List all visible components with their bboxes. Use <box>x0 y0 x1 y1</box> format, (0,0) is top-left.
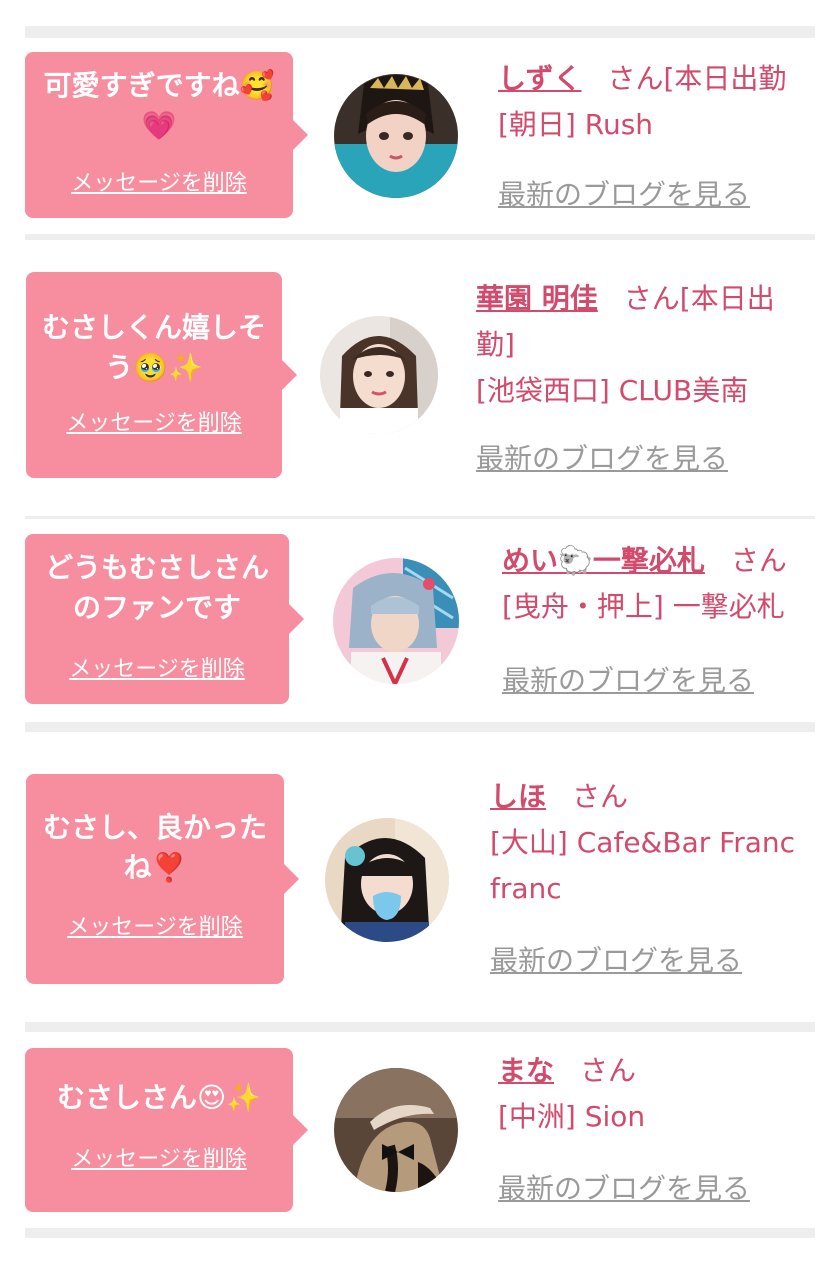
avatar[interactable] <box>333 558 459 684</box>
message-text-line: 可愛すぎですね🥰 <box>43 69 275 102</box>
avatar[interactable] <box>334 1068 458 1192</box>
latest-blog-link[interactable]: 最新のブログを見る <box>502 664 754 698</box>
message-bubble: むさし、良かった ね❣️ メッセージを削除 <box>26 774 299 984</box>
avatar[interactable] <box>334 74 458 198</box>
divider <box>25 1228 815 1238</box>
delete-message-link[interactable]: メッセージを削除 <box>25 170 293 198</box>
message-card: むさしさん😍✨ メッセージを削除 まな さん [中洲] Sion 最新のブログを見… <box>0 1048 840 1218</box>
honorific: さん <box>580 1054 637 1087</box>
delete-message-link[interactable]: メッセージを削除 <box>25 656 289 684</box>
message-bubble: 可愛すぎですね🥰 💗 メッセージを削除 <box>25 52 308 218</box>
profile-info: しずく さん[本日出勤 [朝日] Rush <box>498 56 840 148</box>
status-text: [本日出勤 <box>663 62 787 95</box>
latest-blog-link[interactable]: 最新のブログを見る <box>476 442 728 476</box>
message-card: 可愛すぎですね🥰 💗 メッセージを削除 しずく さん[本日出勤 [朝日] Rush… <box>0 52 840 222</box>
message-bubble: むさしくん嬉しそ う🥹✨ メッセージを削除 <box>26 272 297 478</box>
name-line: しほ さん <box>490 774 840 820</box>
profile-info: まな さん [中洲] Sion <box>498 1048 840 1140</box>
honorific: さん <box>607 62 664 95</box>
shop-text: [池袋西口] CLUB美南 <box>476 374 749 407</box>
message-card: どうもむさしさん のファンです メッセージを削除 めい🐑一撃必札 さん [曳舟・押… <box>0 534 840 710</box>
message-text-line: どうもむさしさん <box>44 551 269 584</box>
profile-name-link[interactable]: まな <box>498 1054 554 1087</box>
status-text-cont: 勤] <box>476 328 515 361</box>
message-text-line: むさし、良かった <box>42 811 267 844</box>
shop-text: [大山] Cafe&Bar Franc <box>490 826 796 859</box>
delete-message-link[interactable]: メッセージを削除 <box>26 914 284 942</box>
profile-info: めい🐑一撃必札 さん [曳舟・押上] 一撃必札 <box>502 538 840 630</box>
message-text-line: う🥹✨ <box>105 351 203 384</box>
avatar[interactable] <box>320 316 438 434</box>
profile-name-link[interactable]: めい🐑一撃必札 <box>502 544 705 577</box>
latest-blog-link[interactable]: 最新のブログを見る <box>498 1172 750 1206</box>
name-line: めい🐑一撃必札 さん <box>502 538 840 584</box>
message-card: むさし、良かった ね❣️ メッセージを削除 しほ さん [大山] Cafe&Bar… <box>0 774 840 988</box>
shop-text: [中洲] Sion <box>498 1100 646 1133</box>
name-line: 華園 明佳 さん[本日出 <box>476 276 840 322</box>
shop-text: [朝日] Rush <box>498 108 654 141</box>
shop-text: [曳舟・押上] 一撃必札 <box>502 590 785 623</box>
divider <box>25 234 815 240</box>
profile-info: しほ さん [大山] Cafe&Bar Franc franc <box>490 774 840 912</box>
name-line: しずく さん[本日出勤 <box>498 56 840 102</box>
latest-blog-link[interactable]: 最新のブログを見る <box>498 178 750 212</box>
honorific: さん <box>572 780 629 813</box>
delete-message-link[interactable]: メッセージを削除 <box>26 410 282 438</box>
profile-name-link[interactable]: しほ <box>490 780 546 813</box>
profile-name-link[interactable]: しずく <box>498 62 581 95</box>
message-text-line: のファンです <box>72 591 241 624</box>
honorific: さん <box>623 282 680 315</box>
delete-message-link[interactable]: メッセージを削除 <box>25 1146 293 1174</box>
avatar[interactable] <box>325 818 449 942</box>
shop-text-cont: franc <box>490 872 562 905</box>
message-bubble: どうもむさしさん のファンです メッセージを削除 <box>25 534 304 704</box>
status-text: [本日出 <box>679 282 775 315</box>
divider <box>25 26 815 38</box>
message-bubble: むさしさん😍✨ メッセージを削除 <box>25 1048 308 1212</box>
message-text-line: ね❣️ <box>123 851 187 884</box>
name-line: まな さん <box>498 1048 840 1094</box>
profile-info: 華園 明佳 さん[本日出 勤] [池袋西口] CLUB美南 <box>476 276 840 414</box>
divider <box>25 1022 815 1032</box>
message-text-line: むさしくん嬉しそ <box>41 311 266 344</box>
message-text-line: 💗 <box>141 109 177 142</box>
message-card: むさしくん嬉しそ う🥹✨ メッセージを削除 華園 明佳 さん[本日出 勤] [池袋… <box>0 272 840 482</box>
latest-blog-link[interactable]: 最新のブログを見る <box>490 944 742 978</box>
divider <box>25 722 815 732</box>
divider <box>25 516 815 519</box>
honorific: さん <box>730 544 787 577</box>
message-text-line: むさしさん😍✨ <box>56 1081 262 1114</box>
profile-name-link[interactable]: 華園 明佳 <box>476 282 598 315</box>
